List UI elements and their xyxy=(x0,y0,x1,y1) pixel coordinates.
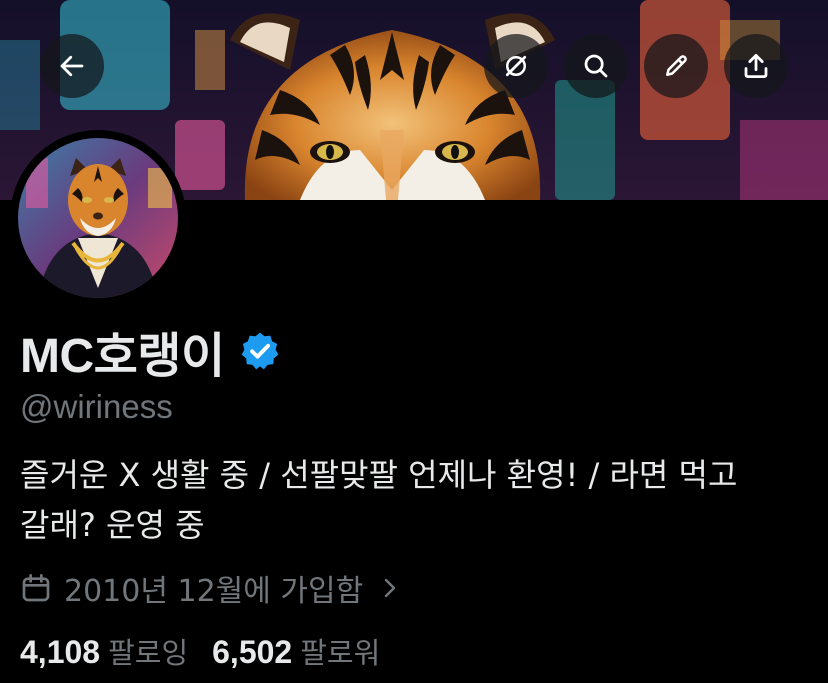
profile-bio: 즐거운 X 생활 중 / 선팔맞팔 언제나 환영! / 라면 먹고 갈래? 운영… xyxy=(20,450,810,550)
verified-badge-icon[interactable] xyxy=(239,330,281,372)
pencil-icon xyxy=(666,55,687,76)
back-button[interactable] xyxy=(40,34,104,98)
followers-count: 6,502 xyxy=(212,634,293,670)
bio-line: 갈래? 운영 중 xyxy=(20,506,205,544)
search-button[interactable] xyxy=(564,34,628,98)
calendar-icon xyxy=(22,574,50,602)
joined-date-row[interactable]: 2010년 12월에 가입함 xyxy=(20,566,401,610)
following-label: 팔로잉 xyxy=(108,636,189,670)
follow-stats: 4,108 팔로잉 6,502 팔로워 xyxy=(20,630,380,672)
joined-date: 2010년 12월에 가입함 xyxy=(64,574,364,609)
grok-button[interactable] xyxy=(484,34,548,98)
profile-avatar[interactable] xyxy=(10,130,186,306)
avatar-image xyxy=(18,138,178,298)
grok-slash-icon xyxy=(505,55,527,77)
following-link[interactable]: 4,108 팔로잉 xyxy=(20,630,188,672)
display-name: MC호랭이 xyxy=(20,330,225,383)
user-handle: @wiriness xyxy=(20,388,173,425)
share-button[interactable] xyxy=(724,34,788,98)
following-count: 4,108 xyxy=(20,634,101,670)
chevron-right-icon xyxy=(385,578,396,598)
followers-link[interactable]: 6,502 팔로워 xyxy=(212,630,380,672)
arrow-left-icon xyxy=(60,55,84,77)
search-icon xyxy=(584,54,608,78)
name-row: MC호랭이 xyxy=(20,320,281,383)
share-upload-icon xyxy=(744,54,768,78)
edit-button[interactable] xyxy=(644,34,708,98)
bio-line: 즐거운 X 생활 중 / 선팔맞팔 언제나 환영! / 라면 먹고 xyxy=(20,456,738,494)
followers-label: 팔로워 xyxy=(300,636,381,670)
